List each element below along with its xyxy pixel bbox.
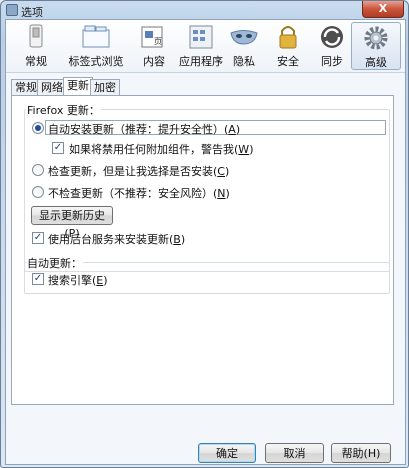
show-update-history-button[interactable]: 显示更新历史(P) (31, 206, 113, 240)
toolbar-item-advanced[interactable]: 高级 (351, 22, 401, 70)
advanced-panel: 常规 网络 更新 加密 Firefox 更新： 自动安装更新（推荐：提升安全性）… (6, 73, 405, 464)
search-engines-checkbox[interactable]: ✓ (32, 273, 44, 285)
tabs-icon (82, 25, 110, 48)
window-icon (6, 4, 18, 16)
background-service-label: 使用后台服务来安装更新(B) (48, 233, 186, 246)
auto-update-group-title: 自动更新： (26, 255, 83, 271)
auto-install-label: 自动安装更新（推荐：提升安全性）(A) (48, 123, 241, 136)
lock-icon (279, 26, 297, 49)
toolbar-label: 高级 (365, 56, 387, 69)
toolbar-label: 常规 (25, 55, 47, 68)
cancel-button[interactable]: 取消 (265, 443, 324, 463)
warn-addons-checkbox[interactable]: ✓ (52, 142, 64, 154)
tab-encryption[interactable]: 加密 (90, 79, 120, 96)
tab-update[interactable]: 更新 (63, 77, 93, 96)
toolbar-item-tabs[interactable]: 标签式浏览 (64, 22, 128, 70)
window-title: 选项 (21, 6, 43, 19)
check-ask-radio[interactable] (32, 164, 44, 176)
title-bar[interactable]: 选项 X (1, 1, 408, 19)
content-icon: 页 (141, 26, 163, 48)
background-service-checkbox[interactable]: ✓ (32, 232, 44, 244)
ok-button[interactable]: 确定 (198, 443, 256, 463)
sync-icon (321, 26, 343, 48)
privacy-mask-icon (230, 30, 258, 45)
firefox-update-group-title: Firefox 更新： (26, 102, 101, 118)
applications-icon (189, 25, 213, 49)
category-toolbar: 常规 标签式浏览 页 内容 应用程序 隐私 安全 同步 高级 (6, 20, 405, 73)
switch-icon (29, 24, 43, 48)
update-tab-pane: Firefox 更新： 自动安装更新（推荐：提升安全性）(A) ✓ 如果将禁用任… (11, 95, 394, 405)
never-check-label: 不检查更新（不推荐：安全风险）(N) (48, 187, 230, 200)
warn-addons-label: 如果将禁用任何附加组件，警告我(W) (69, 143, 254, 156)
dialog-client: 常规 标签式浏览 页 内容 应用程序 隐私 安全 同步 高级 常规 网络 更新 … (5, 19, 406, 465)
toolbar-label: 标签式浏览 (68, 55, 124, 68)
check-ask-label: 检查更新，但是让我选择是否安装(C) (48, 165, 230, 178)
auto-install-radio[interactable] (32, 122, 44, 134)
options-window: 选项 X 常规 标签式浏览 页 内容 应用程序 隐私 安全 同步 高级 常规 网… (0, 0, 409, 468)
search-engines-label: 搜索引擎(E) (48, 274, 108, 287)
help-button[interactable]: 帮助(H) (331, 443, 391, 463)
close-button[interactable]: X (362, 1, 404, 18)
gear-icon (364, 26, 388, 50)
never-check-radio[interactable] (32, 186, 44, 198)
toolbar-item-general[interactable]: 常规 (10, 22, 62, 70)
svg-text:页: 页 (154, 37, 162, 46)
